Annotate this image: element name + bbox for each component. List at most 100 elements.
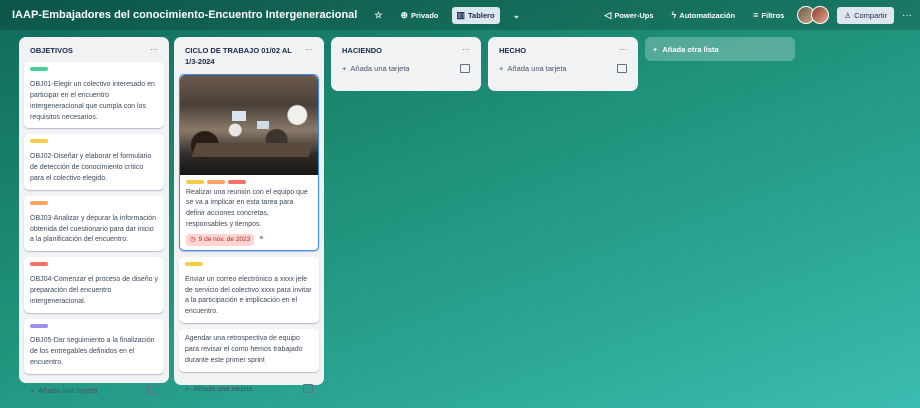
list-title[interactable]: HACIENDO xyxy=(342,45,382,56)
list-title[interactable]: HECHO xyxy=(499,45,526,56)
more-icon[interactable]: ··· xyxy=(150,45,158,54)
add-card-button[interactable]: + Añada una tarjeta xyxy=(342,64,410,73)
add-card-button[interactable]: + Añada una tarjeta xyxy=(30,386,98,395)
card-badges: ◷ 9 de nov. de 2023 ≡ xyxy=(186,233,312,246)
card-title: Agendar una retrospectiva de equipo para… xyxy=(185,335,303,364)
person-add-icon: ♙ xyxy=(844,10,852,20)
clock-icon: ◷ xyxy=(190,235,196,243)
power-ups-button[interactable]: ◁ Power-Ups xyxy=(599,7,658,24)
card-title: OBJ03-Analizar y depurar la información … xyxy=(30,214,157,244)
list-footer: + Añada una tarjeta xyxy=(24,380,164,398)
filter-icon: ≡ xyxy=(753,10,759,20)
board-icon: ▥ xyxy=(456,9,466,20)
star-icon: ☆ xyxy=(374,9,383,20)
list-header[interactable]: HACIENDO ··· xyxy=(336,41,476,62)
cover-table xyxy=(191,142,314,157)
power-ups-label: Power-Ups xyxy=(614,10,654,20)
list-ciclo-de-trabajo: CICLO DE TRABAJO 01/02 AL 1/3-2024 ··· R… xyxy=(174,37,324,393)
add-list-button[interactable]: + Añada otra lista xyxy=(645,37,795,61)
plus-icon: + xyxy=(185,383,190,393)
list-item[interactable]: OBJ03-Analizar y depurar la información … xyxy=(24,195,164,252)
add-card-button[interactable]: + Añada una tarjeta xyxy=(185,384,253,393)
card-label[interactable] xyxy=(207,179,225,184)
template-icon[interactable] xyxy=(617,64,627,74)
automation-button[interactable]: ϟ Automatización xyxy=(667,7,741,23)
card-label[interactable] xyxy=(186,179,204,184)
list-item[interactable]: Realizar una reunión con el equipo que s… xyxy=(179,73,319,251)
list-title[interactable]: OBJETIVOS xyxy=(30,45,73,56)
due-date-label: 9 de nov. de 2023 xyxy=(198,235,251,243)
more-icon[interactable]: ··· xyxy=(462,45,470,54)
card-labels xyxy=(186,179,312,188)
plus-icon: + xyxy=(499,64,504,74)
list-haciendo: HACIENDO ··· + Añada una tarjeta xyxy=(331,37,481,91)
plus-icon: + xyxy=(30,385,35,395)
visibility-label: Privado xyxy=(410,10,439,20)
template-icon[interactable] xyxy=(148,385,158,395)
card-title: Enviar un correo electrónico a xxxx jefe… xyxy=(185,275,312,316)
card-label[interactable] xyxy=(30,262,48,267)
view-tab-board[interactable]: ▥ Tablero xyxy=(451,6,500,24)
add-card-button[interactable]: + Añada una tarjeta xyxy=(499,64,567,73)
description-icon: ≡ xyxy=(259,235,264,243)
card-label[interactable] xyxy=(185,261,203,266)
list-item[interactable]: OBJ02-Diseñar y elaborar el formulario d… xyxy=(24,134,164,190)
more-icon[interactable]: ··· xyxy=(305,45,313,54)
list-item[interactable]: Agendar una retrospectiva de equipo para… xyxy=(179,329,319,372)
view-label: Tablero xyxy=(468,10,495,20)
filters-label: Filtros xyxy=(761,10,785,20)
more-icon[interactable]: ··· xyxy=(902,10,912,21)
cover-screen xyxy=(257,120,270,129)
filters-button[interactable]: ≡ Filtros xyxy=(748,7,789,23)
list-objetivos: OBJETIVOS ··· OBJ01-Elegir un colectivo … xyxy=(19,37,169,395)
visibility-button[interactable]: ⊕ Privado xyxy=(395,7,443,24)
template-icon[interactable] xyxy=(303,383,313,393)
card-label[interactable] xyxy=(30,67,48,72)
list-hecho: HECHO ··· + Añada una tarjeta xyxy=(488,37,638,91)
plus-icon: + xyxy=(342,64,347,74)
add-card-label: Añada una tarjeta xyxy=(193,383,253,393)
list-footer: + Añada una tarjeta xyxy=(336,62,476,76)
card-title: OBJ05-Dar seguimiento a la finalización … xyxy=(30,337,155,367)
template-icon[interactable] xyxy=(460,64,470,74)
card-label[interactable] xyxy=(30,139,48,144)
list-item[interactable]: OBJ04-Comenzar el proceso de diseño y pr… xyxy=(24,257,164,313)
share-button[interactable]: ♙ Compartir xyxy=(837,6,894,24)
card-title: Realizar una reunión con el equipo que s… xyxy=(186,188,308,229)
add-list-label: Añada otra lista xyxy=(662,44,719,54)
automation-label: Automatización xyxy=(679,10,736,20)
chevron-down-icon: ⌄ xyxy=(512,9,521,20)
board-title[interactable]: IAAP-Embajadores del conocimiento-Encuen… xyxy=(8,6,361,24)
list-item[interactable]: OBJ05-Dar seguimiento a la finalización … xyxy=(24,318,164,374)
avatar[interactable] xyxy=(811,6,830,24)
globe-icon: ⊕ xyxy=(400,9,408,20)
list-item[interactable]: Enviar un correo electrónico a xxxx jefe… xyxy=(179,256,319,324)
list-header[interactable]: HECHO ··· xyxy=(493,41,633,62)
add-card-label: Añada una tarjeta xyxy=(507,64,567,74)
view-switcher-button[interactable]: ⌄ xyxy=(508,7,526,24)
list-header[interactable]: OBJETIVOS ··· xyxy=(24,41,164,62)
board-canvas: OBJETIVOS ··· OBJ01-Elegir un colectivo … xyxy=(0,37,920,408)
card-title: OBJ02-Diseñar y elaborar el formulario d… xyxy=(30,153,152,182)
board-header: IAAP-Embajadores del conocimiento-Encuen… xyxy=(0,0,920,30)
plus-icon: + xyxy=(653,44,658,54)
card-title: OBJ04-Comenzar el proceso de diseño y pr… xyxy=(30,276,159,305)
list-footer: + Añada una tarjeta xyxy=(179,378,319,396)
list-item[interactable]: OBJ01-Elegir un colectivo interesado en … xyxy=(24,62,164,129)
cover-screen xyxy=(232,110,247,121)
add-card-label: Añada una tarjeta xyxy=(38,385,98,395)
card-label[interactable] xyxy=(30,323,48,328)
card-label[interactable] xyxy=(228,179,246,184)
more-icon[interactable]: ··· xyxy=(619,45,627,54)
list-footer: + Añada una tarjeta xyxy=(493,62,633,76)
star-button[interactable]: ☆ xyxy=(369,7,387,24)
add-card-label: Añada una tarjeta xyxy=(350,64,410,74)
lightning-icon: ϟ xyxy=(671,10,677,20)
member-avatars[interactable] xyxy=(797,6,830,24)
rocket-icon: ◁ xyxy=(604,9,612,20)
card-label[interactable] xyxy=(30,200,48,205)
card-cover-image xyxy=(180,74,318,175)
list-title[interactable]: CICLO DE TRABAJO 01/02 AL 1/3-2024 xyxy=(185,45,295,68)
list-header[interactable]: CICLO DE TRABAJO 01/02 AL 1/3-2024 ··· xyxy=(179,41,319,74)
due-date-badge[interactable]: ◷ 9 de nov. de 2023 xyxy=(186,233,255,246)
